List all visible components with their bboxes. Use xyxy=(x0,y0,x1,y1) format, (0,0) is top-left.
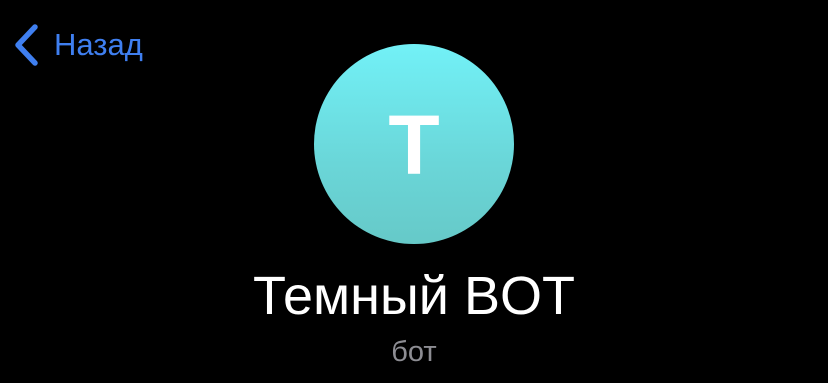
profile-name: Темный BOT xyxy=(253,266,575,326)
chevron-left-icon xyxy=(12,23,40,67)
avatar-initial: T xyxy=(388,98,440,192)
profile-status: бот xyxy=(391,336,437,368)
back-button[interactable]: Назад xyxy=(12,22,143,68)
avatar[interactable]: T xyxy=(314,44,514,244)
back-label: Назад xyxy=(54,27,143,62)
